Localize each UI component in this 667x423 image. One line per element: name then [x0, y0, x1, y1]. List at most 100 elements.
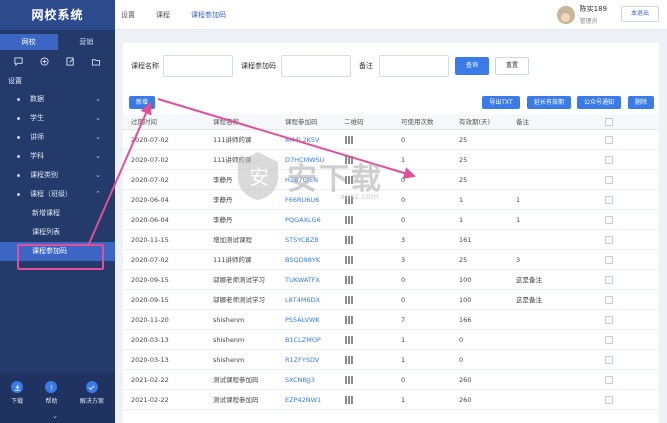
cell-code[interactable]: 8M4L2K5V	[285, 130, 319, 150]
cell-code[interactable]: STSYCBZB	[285, 230, 319, 250]
logout-button[interactable]: 本退出	[621, 6, 659, 22]
sidebar-item-label: 讲师	[30, 133, 44, 141]
row-checkbox[interactable]	[605, 156, 613, 164]
cell-uses: 7	[401, 316, 406, 324]
cell-course-name: shishenm	[213, 336, 245, 344]
qrcode-icon[interactable]	[345, 136, 353, 144]
cell-expire: 2020-09-15	[131, 276, 169, 284]
sidebar-tabs: 网校 营销	[0, 34, 115, 50]
cell-validity: 25	[459, 136, 468, 144]
breadcrumb-settings[interactable]: 设置	[121, 10, 135, 20]
row-checkbox[interactable]	[605, 276, 613, 284]
cell-code[interactable]: L8T4M6DX	[285, 290, 320, 310]
cell-course-name: 李静丹	[213, 196, 233, 204]
qrcode-icon[interactable]	[345, 276, 353, 284]
row-checkbox[interactable]	[605, 396, 613, 404]
row-checkbox[interactable]	[605, 216, 613, 224]
cell-uses: 0	[401, 296, 406, 304]
delete-button[interactable]: 删除	[628, 96, 654, 109]
breadcrumb-courses[interactable]: 课程	[156, 10, 170, 20]
sidebar-icon-row	[0, 50, 115, 70]
cell-code[interactable]: PQGAXLG6	[285, 210, 321, 230]
table-row: 2020-06-04 李静丹 PQGAXLG6 0 1 1	[123, 210, 659, 230]
sidebar-item-course-categories[interactable]: 课程类别 ⌄	[0, 166, 115, 185]
cell-uses: 1	[401, 336, 406, 344]
chevron-down-icon: ⌄	[95, 133, 101, 141]
qrcode-icon[interactable]	[345, 376, 353, 384]
qrcode-icon[interactable]	[345, 356, 353, 364]
col-qrcode[interactable]: 二维码	[344, 114, 364, 130]
row-checkbox[interactable]	[605, 336, 613, 344]
folder-icon[interactable]	[90, 56, 102, 66]
table-row: 2020-09-15 邬娜老师测试学习 L8T4M6DX 0 100 这是备注	[123, 290, 659, 310]
row-checkbox[interactable]	[605, 196, 613, 204]
sidebar-item-lecturers[interactable]: 讲师 ⌄	[0, 128, 115, 147]
app-title: 网校系统	[0, 0, 115, 30]
qrcode-icon[interactable]	[345, 236, 353, 244]
cell-code[interactable]: EZP42NW1	[285, 390, 321, 410]
sidebar-subitem-new-course[interactable]: 新增课程	[0, 204, 115, 223]
cell-code[interactable]: B1CLZMOP	[285, 330, 321, 350]
cell-uses: 3	[401, 256, 406, 264]
cell-code[interactable]: R1ZFYSDV	[285, 350, 319, 370]
col-code[interactable]: 课程参加码	[285, 114, 318, 130]
cell-expire: 2020-11-20	[131, 316, 169, 324]
course-name-input[interactable]	[163, 55, 233, 77]
sidebar-item-label: 课程（班级）	[30, 190, 72, 198]
solutions-button[interactable]: 解决方案	[80, 381, 104, 423]
download-button[interactable]: 下载	[11, 381, 23, 423]
qrcode-icon[interactable]	[345, 336, 353, 344]
qrcode-icon[interactable]	[345, 396, 353, 404]
select-all-checkbox[interactable]	[605, 118, 613, 126]
tab-school[interactable]: 网校	[0, 34, 58, 50]
add-button[interactable]: 新增	[129, 96, 155, 109]
cell-code[interactable]: PS5ALVWK	[285, 310, 320, 330]
cell-code[interactable]: BSQD98YK	[285, 250, 320, 270]
export-txt-button[interactable]: 导出TXT	[482, 96, 520, 109]
row-checkbox[interactable]	[605, 176, 613, 184]
qrcode-icon[interactable]	[345, 216, 353, 224]
col-course-name[interactable]: 课程名称	[213, 114, 239, 130]
sidebar-item-students[interactable]: 学生 ⌄	[0, 109, 115, 128]
col-uses[interactable]: 可使用次数	[401, 114, 434, 130]
sidebar-item-data[interactable]: 数据 ⌄	[0, 90, 115, 109]
row-checkbox[interactable]	[605, 296, 613, 304]
col-expire[interactable]: 过期时间	[131, 114, 157, 130]
row-checkbox[interactable]	[605, 236, 613, 244]
col-remark[interactable]: 备注	[516, 114, 529, 130]
qrcode-icon[interactable]	[345, 316, 353, 324]
collapse-chevron-icon[interactable]: ⌄	[52, 412, 58, 420]
row-checkbox[interactable]	[605, 376, 613, 384]
course-code-input[interactable]	[281, 55, 351, 77]
edit-icon[interactable]	[64, 56, 76, 66]
sidebar-item-courses[interactable]: 课程（班级） ⌃	[0, 185, 115, 204]
bullet-icon	[17, 174, 20, 177]
sidebar-item-label: 数据	[30, 95, 44, 103]
wechat-notify-button[interactable]: 公众号通知	[577, 96, 621, 109]
reset-button[interactable]: 重置	[495, 57, 529, 75]
qrcode-icon[interactable]	[345, 296, 353, 304]
add-circle-icon[interactable]	[39, 56, 51, 66]
cell-validity: 161	[459, 236, 472, 244]
col-validity[interactable]: 有效期(天)	[459, 114, 490, 130]
row-checkbox[interactable]	[605, 356, 613, 364]
tab-marketing[interactable]: 营销	[58, 34, 116, 50]
chat-icon[interactable]	[13, 56, 25, 66]
cell-validity: 100	[459, 276, 472, 284]
extend-validity-button[interactable]: 延长有效期	[527, 96, 571, 109]
cell-validity: 0	[459, 356, 464, 364]
qrcode-icon[interactable]	[345, 256, 353, 264]
row-checkbox[interactable]	[605, 136, 613, 144]
cell-code[interactable]: SXCNBJJ3	[285, 370, 315, 390]
sidebar-item-subjects[interactable]: 学科 ⌄	[0, 147, 115, 166]
sidebar-subitem-course-list[interactable]: 课程列表	[0, 223, 115, 242]
remark-input[interactable]	[379, 55, 449, 77]
cell-expire: 2020-06-04	[131, 196, 169, 204]
cell-code[interactable]: TUKWATFX	[285, 270, 320, 290]
row-checkbox[interactable]	[605, 256, 613, 264]
table-row: 2020-09-15 邬娜老师测试学习 TUKWATFX 0 100 这是备注	[123, 270, 659, 290]
row-checkbox[interactable]	[605, 316, 613, 324]
search-button[interactable]: 查询	[455, 57, 489, 75]
user-info[interactable]: 陈实189 管理员	[556, 4, 607, 25]
breadcrumb-course-code[interactable]: 课程参加码	[191, 10, 226, 20]
